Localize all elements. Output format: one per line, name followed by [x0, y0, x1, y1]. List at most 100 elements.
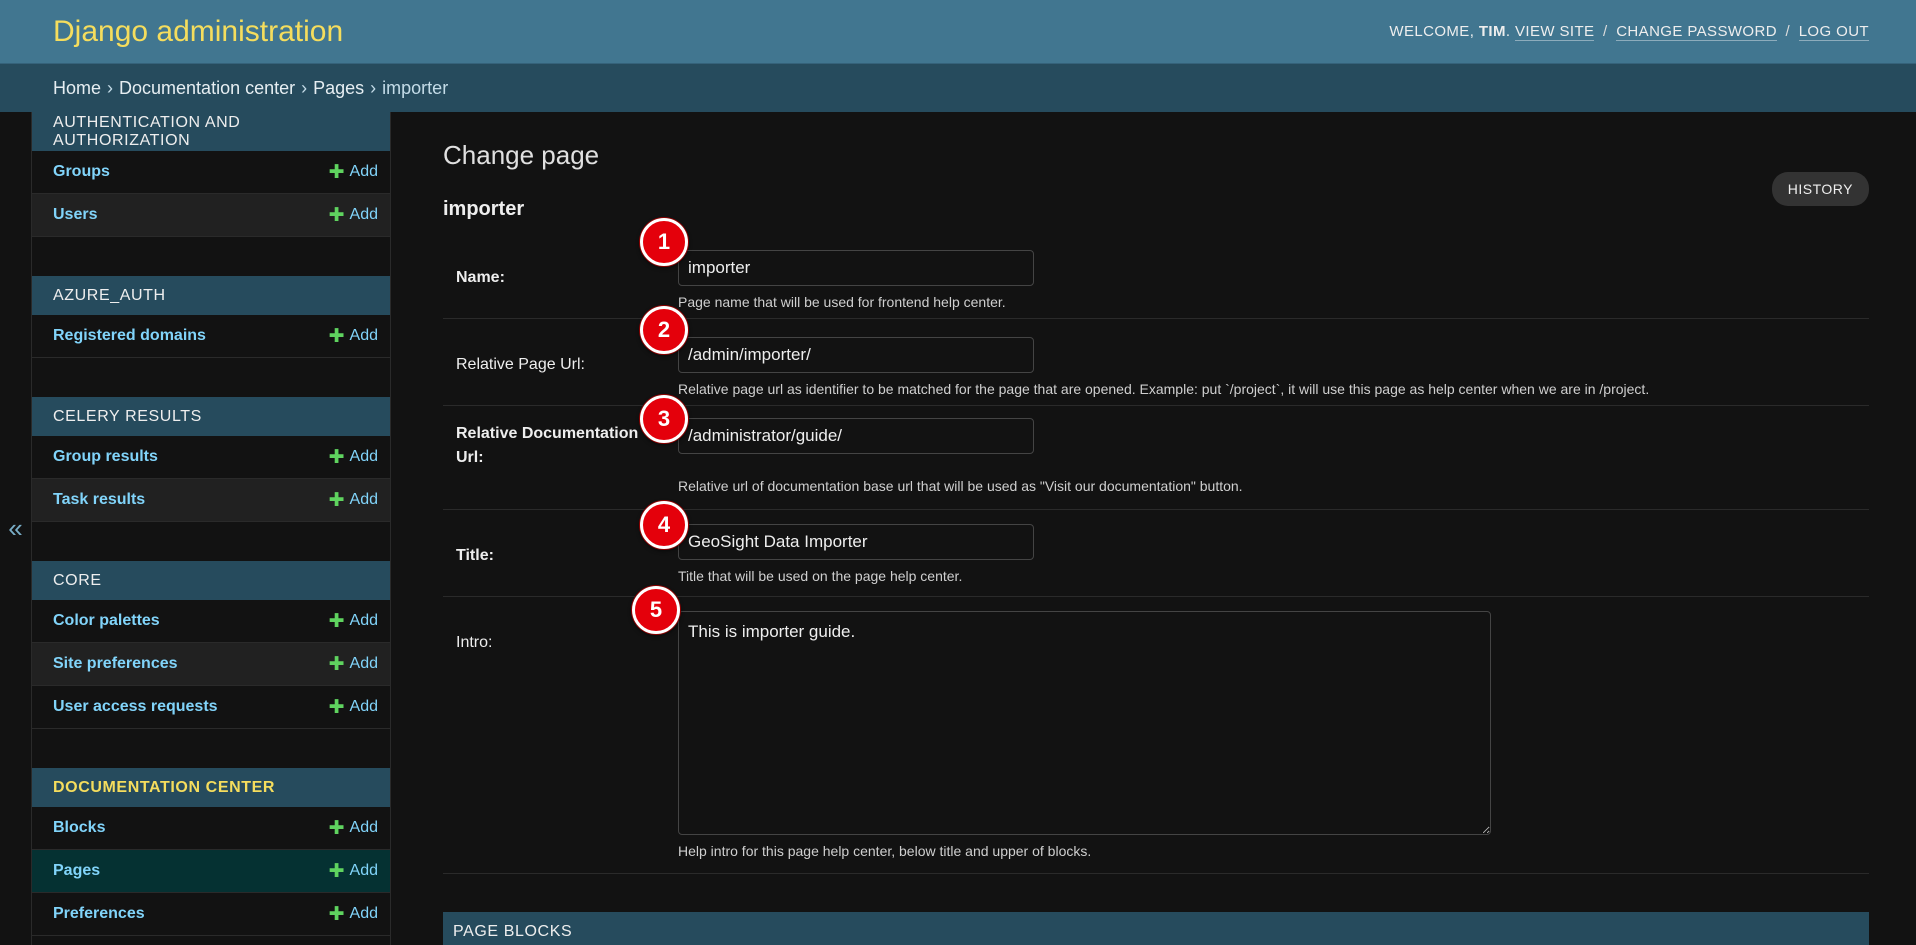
log-out-link[interactable]: Log out: [1798, 23, 1869, 41]
breadcrumb-documentation-center[interactable]: Documentation center: [119, 78, 295, 99]
sidebar-item-users-link[interactable]: Users: [53, 206, 97, 224]
sidebar-item-users: Users ✚ Add: [32, 194, 390, 237]
site-branding[interactable]: Django administration: [53, 15, 343, 49]
add-group-results-button[interactable]: ✚ Add: [329, 448, 378, 467]
plus-icon: ✚: [328, 610, 345, 632]
change-password-link[interactable]: Change password: [1616, 23, 1777, 41]
app-module-celery-results: Celery Results Group results ✚ Add Task r…: [32, 397, 390, 522]
nav-sidebar: Authentication and Authorization Groups …: [32, 112, 391, 945]
sidebar-item-color-palettes: Color palettes ✚ Add: [32, 600, 390, 643]
relative-doc-url-help-text: Relative url of documentation base url t…: [678, 478, 1243, 494]
breadcrumb-pages[interactable]: Pages: [313, 78, 364, 99]
form-row-intro: Intro: This is importer guide. Help intr…: [443, 597, 1869, 874]
toggle-sidebar-button[interactable]: «: [0, 112, 32, 945]
add-groups-button[interactable]: ✚ Add: [329, 163, 378, 182]
page-title: Change page: [443, 140, 600, 170]
add-pages-button[interactable]: ✚ Add: [329, 862, 378, 881]
relative-page-url-help-text: Relative page url as identifier to be ma…: [678, 381, 1650, 397]
sidebar-item-preferences-link[interactable]: Preferences: [53, 905, 145, 923]
add-color-palettes-button[interactable]: ✚ Add: [329, 612, 378, 631]
separator: /: [1785, 23, 1791, 40]
sidebar-item-group-results-link[interactable]: Group results: [53, 448, 158, 466]
app-caption-azure-auth[interactable]: AZURE_AUTH: [32, 276, 390, 315]
history-button[interactable]: History: [1771, 172, 1869, 206]
plus-icon: ✚: [328, 860, 345, 882]
sidebar-item-user-access-requests: User access requests ✚ Add: [32, 686, 390, 729]
view-site-link[interactable]: View site: [1515, 23, 1595, 41]
username: Tim: [1478, 23, 1506, 40]
add-label: Add: [349, 862, 378, 879]
annotation-marker-3: 3: [640, 395, 688, 443]
add-user-access-requests-button[interactable]: ✚ Add: [329, 698, 378, 717]
add-label: Add: [349, 448, 378, 465]
intro-textarea[interactable]: This is importer guide.: [678, 611, 1491, 835]
sidebar-item-groups: Groups ✚ Add: [32, 151, 390, 194]
double-chevron-left-icon: «: [8, 513, 23, 543]
plus-icon: ✚: [328, 204, 345, 226]
add-label: Add: [349, 206, 378, 223]
sidebar-item-task-results-link[interactable]: Task results: [53, 491, 145, 509]
intro-label: Intro:: [456, 634, 493, 651]
add-site-preferences-button[interactable]: ✚ Add: [329, 655, 378, 674]
sidebar-item-blocks: Blocks ✚ Add: [32, 807, 390, 850]
sidebar-item-blocks-link[interactable]: Blocks: [53, 819, 105, 837]
app-caption-auth[interactable]: Authentication and Authorization: [32, 112, 390, 151]
sidebar-item-task-results: Task results ✚ Add: [32, 479, 390, 522]
annotation-marker-2: 2: [640, 306, 688, 354]
sidebar-item-groups-link[interactable]: Groups: [53, 163, 110, 181]
breadcrumb-home[interactable]: Home: [53, 78, 101, 99]
relative-page-url-field[interactable]: [678, 337, 1034, 373]
breadcrumb-separator: ›: [107, 77, 114, 98]
app-caption-documentation-center[interactable]: Documentation Center: [32, 768, 390, 807]
app-caption-celery-results[interactable]: Celery Results: [32, 397, 390, 436]
add-label: Add: [349, 491, 378, 508]
app-module-documentation-center: Documentation Center Blocks ✚ Add Pages ✚…: [32, 768, 390, 936]
admin-header: Django administration Welcome, Tim. View…: [0, 0, 1916, 64]
sidebar-item-registered-domains-link[interactable]: Registered domains: [53, 327, 206, 345]
plus-icon: ✚: [328, 489, 345, 511]
add-label: Add: [349, 163, 378, 180]
sidebar-item-user-access-requests-link[interactable]: User access requests: [53, 698, 218, 716]
add-label: Add: [349, 612, 378, 629]
add-users-button[interactable]: ✚ Add: [329, 206, 378, 225]
sidebar-item-pages-link[interactable]: Pages: [53, 862, 100, 880]
plus-icon: ✚: [328, 653, 345, 675]
add-preferences-button[interactable]: ✚ Add: [329, 905, 378, 924]
plus-icon: ✚: [328, 446, 345, 468]
add-label: Add: [349, 905, 378, 922]
add-label: Add: [349, 698, 378, 715]
relative-doc-url-label: Relative Documentation Url:: [456, 425, 639, 466]
intro-help-text: Help intro for this page help center, be…: [678, 843, 1092, 859]
app-module-auth: Authentication and Authorization Groups …: [32, 112, 390, 237]
app-caption-core[interactable]: Core: [32, 561, 390, 600]
sidebar-item-color-palettes-link[interactable]: Color palettes: [53, 612, 160, 630]
plus-icon: ✚: [328, 903, 345, 925]
relative-page-url-label: Relative Page Url:: [456, 356, 585, 373]
separator: /: [1603, 23, 1608, 40]
name-label: Name:: [456, 269, 505, 286]
add-task-results-button[interactable]: ✚ Add: [329, 491, 378, 510]
annotation-marker-1: 1: [640, 218, 688, 266]
name-field[interactable]: [678, 250, 1034, 286]
object-title: importer: [443, 198, 525, 220]
sidebar-item-site-preferences: Site preferences ✚ Add: [32, 643, 390, 686]
add-registered-domains-button[interactable]: ✚ Add: [329, 327, 378, 346]
add-blocks-button[interactable]: ✚ Add: [329, 819, 378, 838]
main-content: Change page History importer Name: Page …: [443, 112, 1869, 945]
relative-doc-url-field[interactable]: [678, 418, 1034, 454]
sidebar-item-site-preferences-link[interactable]: Site preferences: [53, 655, 178, 673]
title-field[interactable]: [678, 524, 1034, 560]
add-label: Add: [349, 819, 378, 836]
plus-icon: ✚: [328, 161, 345, 183]
annotation-marker-4: 4: [640, 501, 688, 549]
breadcrumb-separator: ›: [301, 77, 308, 98]
user-tools: Welcome, Tim. View site / Change passwor…: [1389, 23, 1869, 41]
add-label: Add: [349, 327, 378, 344]
breadcrumb: Home › Documentation center › Pages › im…: [0, 64, 1916, 112]
sidebar-item-group-results: Group results ✚ Add: [32, 436, 390, 479]
welcome-text: Welcome,: [1389, 23, 1475, 40]
title-help-text: Title that will be used on the page help…: [678, 568, 963, 584]
name-help-text: Page name that will be used for frontend…: [678, 294, 1006, 310]
annotation-marker-5: 5: [632, 586, 680, 634]
plus-icon: ✚: [328, 696, 345, 718]
